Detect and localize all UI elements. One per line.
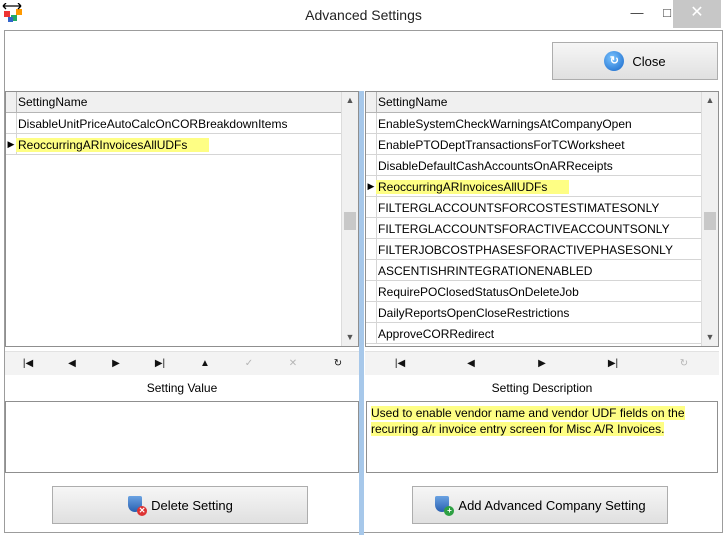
grid-rows: EnableSystemCheckWarningsAtCompanyOpen En… [366,113,701,344]
column-header-settingname[interactable]: SettingName [378,95,447,109]
last-record-icon[interactable]: ▶| [150,356,170,372]
table-row[interactable]: ASCENTISHRINTEGRATIONENABLED [366,260,701,281]
grid-header: SettingName [366,92,701,113]
table-row[interactable]: FILTERJOBCOSTPHASESFORACTIVEPHASESONLY [366,239,701,260]
refresh-circle-icon: ↻ [604,51,625,71]
next-record-icon[interactable]: ▶ [106,356,126,372]
table-row[interactable]: EnableSystemCheckWarningsAtCompanyOpen [366,113,701,134]
shield-add-icon: + [434,495,455,516]
setting-name-cell: DisableUnitPriceAutoCalcOnCORBreakdownIt… [18,117,288,131]
post-edit-icon[interactable]: ✓ [239,356,259,372]
table-row[interactable]: DisableDefaultCashAccountsOnARReceipts [366,155,701,176]
next-record-icon[interactable]: ▶ [532,356,552,372]
setting-name-cell: EnableSystemCheckWarningsAtCompanyOpen [378,117,632,131]
row-selector[interactable] [6,113,17,134]
row-selector[interactable] [366,218,377,239]
setting-name-cell: FILTERJOBCOSTPHASESFORACTIVEPHASESONLY [378,243,673,257]
scroll-thumb[interactable] [704,212,716,230]
setting-name-cell: ASCENTISHRINTEGRATIONENABLED [378,264,593,278]
scroll-up-icon[interactable]: ▲ [342,92,358,109]
setting-name-cell: ReoccurringARInvoicesAllUDFs [16,138,210,152]
row-selector[interactable] [366,134,377,155]
setting-name-cell: ApproveCORRedirect [378,327,495,341]
row-selector[interactable] [366,113,377,134]
table-row[interactable]: EnablePTODeptTransactionsForTCWorksheet [366,134,701,155]
row-selector-header [366,92,377,113]
setting-value-field[interactable] [5,401,359,473]
window-close-button[interactable]: ✕ [673,0,721,28]
grid-header: SettingName [6,92,341,113]
left-settings-grid[interactable]: SettingName DisableUnitPriceAutoCalcOnCO… [5,91,359,347]
right-navigator: |◀ ◀ ▶ ▶| ↻ [365,351,719,375]
shield-delete-icon: ✕ [127,495,148,516]
row-selector[interactable] [366,281,377,302]
setting-value-label: Setting Value [146,381,218,395]
insert-record-icon[interactable]: ▲ [195,356,215,372]
setting-description-field[interactable]: Used to enable vendor name and vendor UD… [366,401,718,473]
scroll-down-icon[interactable]: ▼ [702,329,718,346]
setting-name-cell: FILTERGLACCOUNTSFORCOSTESTIMATESONLY [378,201,660,215]
left-navigator: |◀ ◀ ▶ ▶| ▲ ✓ ✕ ↻ [5,351,359,375]
setting-name-cell: RequirePOClosedStatusOnDeleteJob [378,285,579,299]
scroll-down-icon[interactable]: ▼ [342,329,358,346]
row-selector[interactable] [366,260,377,281]
row-selector-header [6,92,17,113]
table-row[interactable]: FILTERGLACCOUNTSFORACTIVEACCOUNTSONLY [366,218,701,239]
row-selector[interactable] [366,323,377,344]
delete-setting-label: Delete Setting [151,497,233,513]
window-title: Advanced Settings [305,7,422,23]
row-selector[interactable] [366,302,377,323]
row-selector[interactable] [366,197,377,218]
setting-name-cell: ReoccurringARInvoicesAllUDFs [376,180,570,194]
splitter[interactable] [359,91,364,535]
scroll-thumb[interactable] [344,212,356,230]
row-selector[interactable] [366,239,377,260]
add-setting-label: Add Advanced Company Setting [458,497,646,513]
setting-description-label: Setting Description [491,381,593,395]
column-header-settingname[interactable]: SettingName [18,95,87,109]
close-button-label: Close [632,53,666,69]
setting-name-cell: FILTERGLACCOUNTSFORACTIVEACCOUNTSONLY [378,222,670,236]
right-settings-grid[interactable]: SettingName EnableSystemCheckWarningsAtC… [365,91,719,347]
table-row[interactable]: RequirePOClosedStatusOnDeleteJob [366,281,701,302]
table-row[interactable]: DailyReportsOpenCloseRestrictions [366,302,701,323]
close-button[interactable]: ↻ Close [552,42,718,80]
title-bar: Advanced Settings — □ ✕ [0,0,727,32]
cancel-edit-icon[interactable]: ✕ [283,356,303,372]
vertical-scrollbar[interactable]: ▲ ▼ [701,92,718,346]
minimize-button[interactable]: — [622,0,652,28]
scroll-up-icon[interactable]: ▲ [702,92,718,109]
first-record-icon[interactable]: |◀ [18,356,38,372]
setting-name-cell: DisableDefaultCashAccountsOnARReceipts [378,159,613,173]
grid-rows: DisableUnitPriceAutoCalcOnCORBreakdownIt… [6,113,341,155]
add-advanced-company-setting-button[interactable]: + Add Advanced Company Setting [412,486,668,524]
prior-record-icon[interactable]: ◀ [461,356,481,372]
table-row[interactable]: ApproveCORRedirect [366,323,701,344]
setting-name-cell: EnablePTODeptTransactionsForTCWorksheet [378,138,625,152]
delete-setting-button[interactable]: ✕ Delete Setting [52,486,308,524]
first-record-icon[interactable]: |◀ [390,356,410,372]
table-row[interactable]: ReoccurringARInvoicesAllUDFs [366,176,701,197]
table-row[interactable]: DisableUnitPriceAutoCalcOnCORBreakdownIt… [6,113,341,134]
table-row[interactable]: ReoccurringARInvoicesAllUDFs [6,134,341,155]
table-row[interactable]: FILTERGLACCOUNTSFORCOSTESTIMATESONLY [366,197,701,218]
prior-record-icon[interactable]: ◀ [62,356,82,372]
refresh-icon[interactable]: ↻ [674,356,694,372]
last-record-icon[interactable]: ▶| [603,356,623,372]
row-selector[interactable] [366,155,377,176]
setting-name-cell: DailyReportsOpenCloseRestrictions [378,306,570,320]
refresh-icon[interactable]: ↻ [328,356,348,372]
setting-description-text: Used to enable vendor name and vendor UD… [371,406,685,436]
vertical-scrollbar[interactable]: ▲ ▼ [341,92,358,346]
